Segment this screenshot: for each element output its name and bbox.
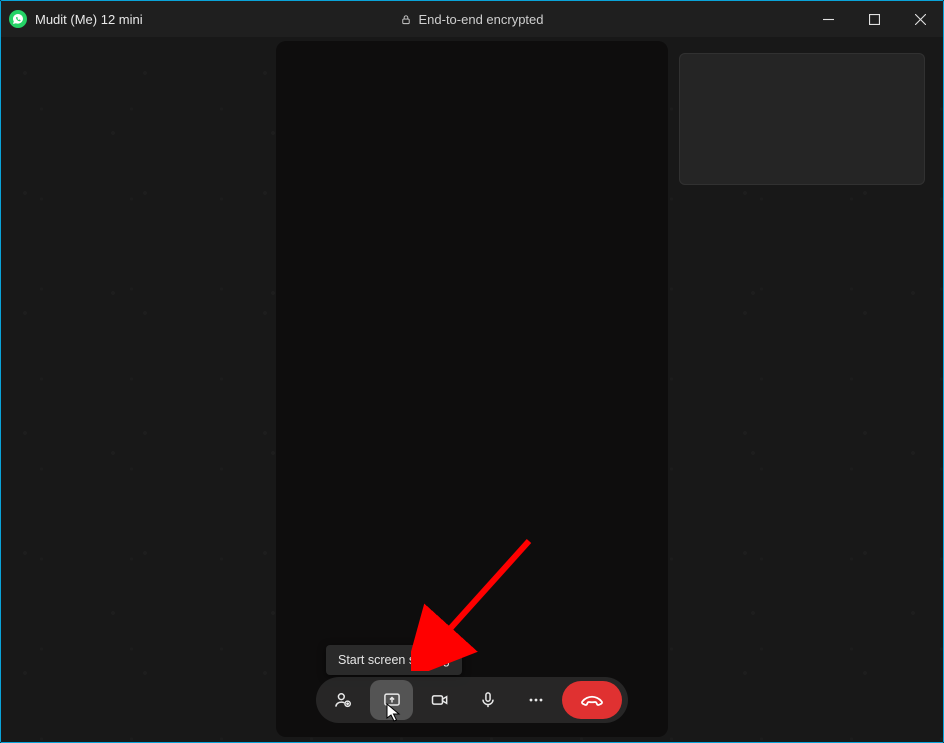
remote-video-card: Start screen sharing [276, 41, 668, 737]
screen-share-icon [382, 690, 402, 710]
maximize-button[interactable] [851, 1, 897, 37]
encryption-status: End-to-end encrypted [400, 12, 543, 27]
end-call-button[interactable] [562, 681, 622, 719]
ellipsis-icon [526, 690, 546, 710]
add-person-icon [333, 690, 353, 710]
encryption-label: End-to-end encrypted [418, 12, 543, 27]
whatsapp-icon [9, 10, 27, 28]
call-controls-bar [316, 677, 628, 723]
screen-share-button[interactable] [370, 680, 414, 720]
microphone-toggle-button[interactable] [467, 681, 509, 719]
minimize-button[interactable] [805, 1, 851, 37]
video-icon [430, 690, 450, 710]
self-video-thumbnail[interactable] [679, 53, 925, 185]
tooltip-text: Start screen sharing [338, 653, 450, 667]
window-controls [805, 1, 943, 37]
titlebar: Mudit (Me) 12 mini End-to-end encrypted [1, 1, 943, 37]
close-button[interactable] [897, 1, 943, 37]
video-toggle-button[interactable] [419, 681, 461, 719]
lock-icon [400, 13, 411, 26]
tooltip-screen-share: Start screen sharing [326, 645, 462, 675]
window-title: Mudit (Me) 12 mini [35, 12, 143, 27]
phone-hangup-icon [579, 690, 605, 710]
microphone-icon [478, 690, 498, 710]
add-participant-button[interactable] [322, 681, 364, 719]
more-options-button[interactable] [515, 681, 557, 719]
